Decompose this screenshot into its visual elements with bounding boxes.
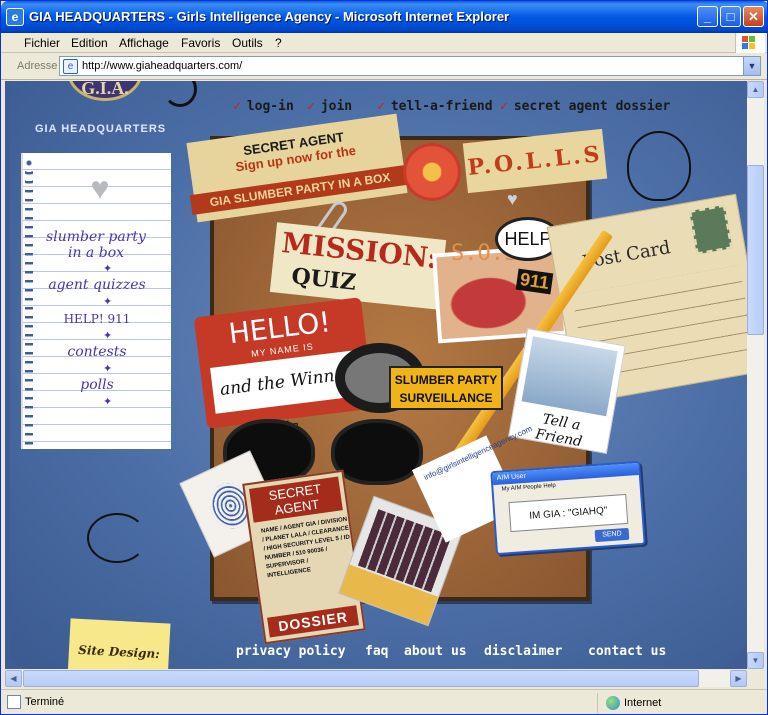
star-icon: ✦ <box>103 363 113 375</box>
footer-about-us[interactable]: about us <box>404 644 467 659</box>
scroll-right-icon[interactable]: ▶ <box>730 670 747 687</box>
dossier-top-label: SECRET AGENT <box>248 476 343 523</box>
horizontal-scrollbar[interactable]: ◀ ▶ <box>5 670 747 687</box>
flower-pin-icon <box>403 143 461 201</box>
check-icon: ✓ <box>500 99 508 114</box>
star-icon: ✦ <box>103 330 113 342</box>
menu-bar: Fichier Edition Affichage Favoris Outils… <box>1 33 767 53</box>
zone-text: Internet <box>624 697 662 709</box>
address-input[interactable]: e http://www.giaheadquarters.com/ ▼ <box>59 56 761 76</box>
heart-pin-icon: ♥ <box>507 189 518 209</box>
menu-favoris[interactable]: Favoris <box>181 36 220 50</box>
side-nav-agent-quizzes[interactable]: agent quizzes <box>33 277 161 293</box>
dossier-label: DOSSIER <box>267 605 360 638</box>
ie-icon: e <box>6 8 24 26</box>
check-icon: ✓ <box>233 99 241 114</box>
aim-im-field: IM GIA : "GIAHQ" <box>508 493 629 533</box>
minimize-button[interactable]: _ <box>697 6 718 27</box>
windows-logo-icon <box>735 33 765 53</box>
page-done-icon <box>7 695 21 709</box>
security-zone: Internet <box>597 693 747 713</box>
address-dropdown-icon[interactable]: ▼ <box>743 57 760 75</box>
side-nav-contests[interactable]: contests <box>33 344 161 360</box>
star-icon: ✦ <box>103 296 113 308</box>
footer-disclaimer[interactable]: disclaimer <box>484 644 562 659</box>
vertical-scrollbar[interactable]: ▲ ▼ <box>747 81 764 669</box>
globe-icon <box>606 696 620 710</box>
maximize-button[interactable]: □ <box>720 6 741 27</box>
status-text: Terminé <box>25 696 65 708</box>
address-url: http://www.giaheadquarters.com/ <box>82 60 243 72</box>
browser-window: e GIA HEADQUARTERS - Girls Intelligence … <box>0 0 768 715</box>
menu-affichage[interactable]: Affichage <box>119 36 169 50</box>
side-nav-notepad: ♥ slumber party in a box ✦ agent quizzes… <box>21 153 171 449</box>
status-bar: Terminé Internet <box>1 689 767 714</box>
window-title: GIA HEADQUARTERS - Girls Intelligence Ag… <box>29 9 510 24</box>
page-icon: e <box>63 59 78 74</box>
vertical-scroll-thumb[interactable] <box>747 165 764 335</box>
footer-contact-us[interactable]: contact us <box>588 644 666 659</box>
nav-tell-a-friend[interactable]: ✓ tell-a-friend <box>377 99 493 114</box>
side-nav-polls[interactable]: polls <box>33 377 161 393</box>
menu-fichier[interactable]: Fichier <box>24 36 60 50</box>
scroll-corner <box>747 670 764 687</box>
aim-send-button[interactable]: SEND <box>594 527 630 543</box>
spiral-holes <box>25 155 33 445</box>
footer-faq[interactable]: faq <box>365 644 388 659</box>
secret-agent-photo <box>521 336 618 417</box>
close-button[interactable]: ✕ <box>743 6 764 27</box>
right-lens <box>331 419 423 485</box>
site-design-note: Site Design: <box>67 618 171 669</box>
quiz-label: QUIZ <box>290 263 358 296</box>
scroll-left-icon[interactable]: ◀ <box>5 670 22 687</box>
title-bar[interactable]: e GIA HEADQUARTERS - Girls Intelligence … <box>1 1 767 33</box>
scroll-down-icon[interactable]: ▼ <box>747 652 764 669</box>
page-viewport: G.I.A. GIA HEADQUARTERS ✓ log-in ✓ join ✓ t… <box>5 81 747 669</box>
stamp-icon <box>689 204 733 255</box>
heart-pin-icon: ♥ <box>90 170 110 206</box>
address-label: Adresse <box>17 60 58 72</box>
nav-join[interactable]: ✓ join <box>307 99 352 114</box>
menu-outils[interactable]: Outils <box>232 36 263 50</box>
check-icon: ✓ <box>377 99 385 114</box>
nav-secret-agent-dossier[interactable]: ✓ secret agent dossier <box>500 99 670 114</box>
menu-edition[interactable]: Edition <box>71 36 108 50</box>
doodle-icon <box>87 513 147 563</box>
aim-window[interactable]: AIM User My AIM People Help IM GIA : "GI… <box>490 460 646 556</box>
gia-caption: GIA HEADQUARTERS <box>35 123 167 135</box>
nav-log-in[interactable]: ✓ log-in <box>233 99 294 114</box>
dossier-fields: NAME / AGENT GIA / DIVISION / PLANET LAL… <box>260 516 351 580</box>
check-icon: ✓ <box>307 99 315 114</box>
address-bar: Adresse e http://www.giaheadquarters.com… <box>1 54 767 80</box>
star-icon: ✦ <box>103 263 113 275</box>
scroll-up-icon[interactable]: ▲ <box>747 81 764 98</box>
menu-help[interactable]: ? <box>275 36 282 50</box>
side-nav-slumber-party[interactable]: slumber party in a box <box>41 229 151 261</box>
footer-privacy-policy[interactable]: privacy policy <box>236 644 346 659</box>
cat-doodle-icon <box>627 131 691 201</box>
side-nav-help-911[interactable]: HELP! 911 <box>33 311 161 327</box>
horizontal-scroll-thumb[interactable] <box>23 670 699 687</box>
star-icon: ✦ <box>103 396 113 408</box>
